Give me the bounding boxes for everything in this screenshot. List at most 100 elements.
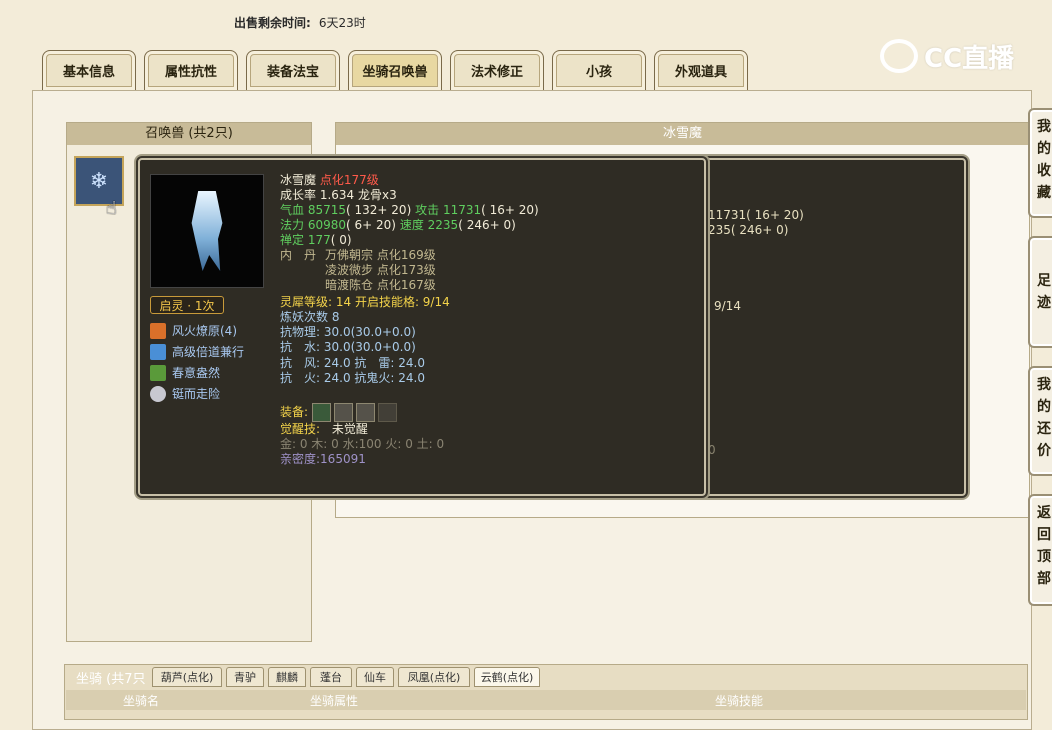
neidan-label: 内 丹 <box>280 248 317 262</box>
awaken-label: 觉醒技: <box>280 422 321 436</box>
underlay-slots: 9/14 <box>714 299 741 313</box>
mount-tab[interactable]: 青驴 <box>226 667 264 687</box>
elements-line: 金: 0 木: 0 水:100 火: 0 土: 0 <box>280 437 445 451</box>
ice-demon-icon: ❄ <box>89 168 109 194</box>
awaken-value: 未觉醒 <box>331 422 368 436</box>
footprint-button[interactable]: 足迹 <box>1028 236 1052 348</box>
pet-list-title: 召唤兽 (共2只) <box>67 123 311 145</box>
sell-time-label: 出售剩余时间: <box>234 16 311 30</box>
hp-value: 85715 <box>307 203 347 217</box>
equip-slot-icon[interactable] <box>377 403 397 422</box>
equip-slot-icon[interactable] <box>355 403 375 422</box>
side-button-label: 我的还价 <box>1037 377 1051 459</box>
awaken-line: 觉醒技: 未觉醒 <box>280 422 368 437</box>
resist-water: 抗 水: 30.0(30.0+0.0) <box>280 340 416 354</box>
neidan-item: 万佛朝宗 点化169级 <box>325 248 436 262</box>
mp-detail: ( 6+ 20) <box>346 218 396 232</box>
pet-detail-title: 冰雪魔 <box>336 123 1029 145</box>
tab-basic-info[interactable]: 基本信息 <box>42 50 136 90</box>
mount-tab[interactable]: 云鹤(点化) <box>474 667 540 687</box>
ice-demon-figure <box>191 191 223 271</box>
side-button-label: 返回顶部 <box>1037 505 1051 587</box>
mount-tab[interactable]: 凤凰(点化) <box>398 667 470 687</box>
attack-label: 攻击 <box>415 203 440 217</box>
equip-slot-icon[interactable] <box>333 403 353 422</box>
equip-slot-icon[interactable] <box>311 403 331 422</box>
pet-skill: 高级倍道兼行 <box>150 343 244 360</box>
tab-label: 坐骑召唤兽 <box>362 65 428 80</box>
hp-detail: ( 132+ 20) <box>346 203 412 217</box>
focus-line: 禅定 177( 0) <box>280 233 352 248</box>
pet-skill: 春意盎然 <box>150 364 220 381</box>
speed-detail: ( 246+ 0) <box>458 218 516 232</box>
wind-skill-icon <box>150 343 166 360</box>
back-to-top-button[interactable]: 返回顶部 <box>1028 494 1052 606</box>
hand-cursor-icon: ☝ <box>106 198 117 219</box>
tab-label: 外观道具 <box>674 65 727 80</box>
mount-tab[interactable]: 麒麟 <box>268 667 306 687</box>
pet-skill: 风火燎原(4) <box>150 322 237 339</box>
mount-col-attributes: 坐骑属性 <box>309 693 358 708</box>
neidan-item: 凌波微步 点化173级 <box>325 263 436 277</box>
intimacy-line: 亲密度:165091 <box>280 452 366 466</box>
tab-equipment[interactable]: 装备法宝 <box>246 50 340 90</box>
neidan-item: 暗渡陈仓 点化167级 <box>325 278 436 292</box>
equip-label: 装备: <box>280 405 309 419</box>
skill-name: 铤而走险 <box>172 387 221 401</box>
spring-skill-icon <box>150 364 166 381</box>
logo-text: CC直播 <box>924 43 1015 74</box>
underlay-speed: 235( 246+ 0) <box>708 223 789 237</box>
resist-fire-ghost: 抗 火: 24.0 抗鬼火: 24.0 <box>280 371 425 385</box>
hp-attack-line: 气血 85715( 132+ 20) 攻击 11731( 16+ 20) <box>280 203 539 218</box>
underlay-zero: 0 <box>708 443 716 457</box>
resist-wind-thunder: 抗 风: 24.0 抗 雷: 24.0 <box>280 356 425 370</box>
underlay-attack: 11731( 16+ 20) <box>708 208 804 222</box>
sell-time-value: 6天23时 <box>318 16 366 30</box>
mount-table-header: 坐骑名 坐骑属性 坐骑技能 <box>66 690 1026 710</box>
tab-children[interactable]: 小孩 <box>552 50 646 90</box>
hp-label: 气血 <box>280 203 305 217</box>
pet-name-line: 冰雪魔 点化177级 <box>280 173 379 188</box>
mount-section-title: 坐骑 (共7只 <box>76 672 146 687</box>
tab-spell-correction[interactable]: 法术修正 <box>450 50 544 90</box>
speed-value: 2235 <box>427 218 459 232</box>
attack-detail: ( 16+ 20) <box>481 203 539 217</box>
side-button-label: 我的收藏 <box>1037 119 1051 201</box>
tab-label: 装备法宝 <box>266 65 319 80</box>
qiling-badge: 启灵 · 1次 <box>150 296 224 314</box>
skill-name: 春意盎然 <box>172 366 221 380</box>
side-button-label: 足迹 <box>1037 273 1051 311</box>
focus-label: 禅定 <box>280 233 305 247</box>
mp-label: 法力 <box>280 218 305 232</box>
tab-attributes[interactable]: 属性抗性 <box>144 50 238 90</box>
pet-refine: 点化177级 <box>319 173 379 187</box>
attack-value: 11731 <box>442 203 482 217</box>
lingxi-line: 灵犀等级: 14 开启技能格: 9/14 <box>280 295 450 309</box>
pet-growth: 成长率 1.634 龙骨x3 <box>280 188 397 202</box>
speed-label: 速度 <box>399 218 424 232</box>
pet-skill: 铤而走险 <box>150 385 220 402</box>
tab-appearance[interactable]: 外观道具 <box>654 50 748 90</box>
tab-label: 基本信息 <box>62 65 115 80</box>
focus-detail: ( 0) <box>330 233 352 247</box>
mp-value: 60980 <box>307 218 347 232</box>
tab-label: 法术修正 <box>470 65 523 80</box>
skill-name: 风火燎原(4) <box>172 324 237 338</box>
tab-mounts-pets[interactable]: 坐骑召唤兽 <box>348 50 442 90</box>
cc-live-logo: CC直播 <box>880 38 1030 74</box>
mount-tab[interactable]: 仙车 <box>356 667 394 687</box>
mount-tab[interactable]: 蓬台 <box>310 667 352 687</box>
mount-col-skills: 坐骑技能 <box>714 693 763 708</box>
mount-tab[interactable]: 葫芦(点化) <box>152 667 222 687</box>
mount-col-name: 坐骑名 <box>122 693 159 708</box>
tab-label: 属性抗性 <box>164 65 217 80</box>
skill-name: 高级倍道兼行 <box>172 345 245 359</box>
equip-line: 装备: <box>280 403 400 422</box>
my-counteroffer-button[interactable]: 我的还价 <box>1028 366 1052 476</box>
sell-time-remaining: 出售剩余时间: 6天23时 <box>234 14 366 31</box>
pet-portrait <box>150 174 264 288</box>
my-favorites-button[interactable]: 我的收藏 <box>1028 108 1052 218</box>
mp-speed-line: 法力 60980( 6+ 20) 速度 2235( 246+ 0) <box>280 218 516 233</box>
pet-name: 冰雪魔 <box>280 173 317 187</box>
resist-physical: 抗物理: 30.0(30.0+0.0) <box>280 325 416 339</box>
